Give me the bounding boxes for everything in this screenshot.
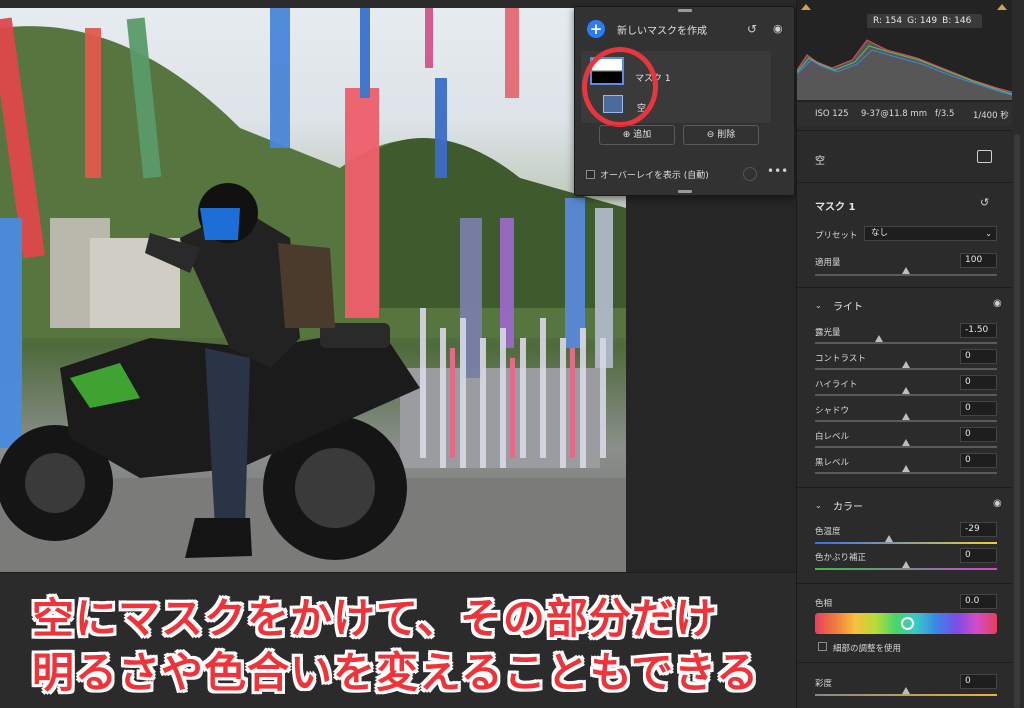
divider	[797, 583, 1012, 584]
saturation-value[interactable]: 0	[960, 674, 997, 689]
eye-icon[interactable]: ◉	[773, 22, 783, 35]
caption-overlay: 空にマスクをかけて、その部分だけ 明るさや色合いを変えることもできる	[0, 573, 796, 708]
histogram: R: 154 G: 149 B: 146	[797, 0, 1012, 102]
fine-adjust-label: 細部の調整を使用	[833, 644, 902, 654]
iso: ISO 125	[815, 109, 849, 119]
hue-knob[interactable]	[901, 617, 914, 630]
panel-scrollbar[interactable]	[1014, 134, 1020, 708]
chevron-down-icon[interactable]: ⌄	[815, 301, 822, 310]
panel-grip-top[interactable]	[678, 9, 692, 12]
panel-grip-bottom[interactable]	[678, 190, 692, 193]
aperture: f/3.5	[935, 109, 955, 119]
temp-slider-track[interactable]	[815, 542, 997, 544]
temp-slider-thumb[interactable]	[885, 535, 893, 542]
photo-canvas[interactable]	[0, 8, 626, 572]
light-row-value[interactable]: 0	[960, 401, 997, 416]
tint-slider-thumb[interactable]	[902, 561, 910, 568]
add-button[interactable]: ⊕ 追加	[599, 125, 675, 145]
divider	[797, 662, 1012, 663]
eye-icon[interactable]: ◉	[993, 498, 1002, 509]
tint-value[interactable]: 0	[960, 548, 997, 563]
exif-bar: ISO 125 9-37@11.8 mm f/3.5 1/400 秒	[797, 102, 1012, 126]
light-slider-track[interactable]	[815, 368, 997, 370]
overlay-color-icon[interactable]	[743, 167, 757, 181]
r-value: R: 154	[873, 16, 903, 26]
focal-length: 9-37@11.8 mm	[861, 109, 927, 119]
mask-title: マスク 1	[815, 202, 856, 213]
g-value: G: 149	[907, 16, 938, 26]
light-row-label: 黒レベル	[815, 458, 850, 468]
chevron-down-icon[interactable]: ⌄	[815, 501, 822, 510]
light-slider-track[interactable]	[815, 342, 997, 344]
divider	[797, 182, 1012, 183]
light-row-label: シャドウ	[815, 406, 850, 416]
light-row-label: ハイライト	[815, 380, 858, 390]
temp-label: 色温度	[815, 527, 841, 537]
hue-value[interactable]: 0.0	[960, 594, 997, 609]
light-title[interactable]: ライト	[833, 298, 863, 313]
add-mask-icon[interactable]: +	[587, 20, 605, 38]
light-slider-thumb[interactable]	[902, 387, 910, 394]
divider	[797, 287, 1012, 288]
amount-slider-thumb[interactable]	[902, 267, 910, 274]
fine-adjust-checkbox[interactable]	[818, 642, 827, 651]
saturation-slider-track[interactable]	[815, 694, 997, 696]
highlight-circle	[582, 47, 658, 127]
light-slider-thumb[interactable]	[902, 361, 910, 368]
tint-slider-track[interactable]	[815, 568, 997, 570]
amount-label: 適用量	[815, 258, 841, 268]
eye-icon[interactable]: ◉	[993, 298, 1002, 309]
light-row-label: コントラスト	[815, 354, 866, 364]
more-icon[interactable]: •••	[767, 164, 788, 178]
preset-label: プリセット	[815, 231, 858, 241]
light-slider-track[interactable]	[815, 394, 997, 396]
amount-value[interactable]: 100	[960, 253, 997, 268]
light-row-label: 露光量	[815, 328, 841, 338]
lightroom-window: + 新しいマスクを作成 ↺ ◉ マスク 1 空 ⊕ 追加 ⊖ 削除 オーバーレイ…	[0, 0, 1024, 708]
shutter-speed: 1/400 秒	[973, 111, 1009, 121]
saturation-slider-thumb[interactable]	[902, 687, 910, 694]
overlay-checkbox[interactable]	[586, 170, 595, 179]
hue-label: 色相	[815, 599, 833, 609]
saturation-label: 彩度	[815, 679, 833, 689]
light-row-value[interactable]: 0	[960, 349, 997, 364]
light-slider-thumb[interactable]	[902, 465, 910, 472]
invert-mask-icon[interactable]	[977, 150, 992, 163]
preset-dropdown[interactable]: なし ⌄	[864, 226, 997, 241]
edit-panel: R: 154 G: 149 B: 146 ISO 125 9-37@11.8 mm …	[796, 0, 1024, 708]
light-row-value[interactable]: -1.50	[960, 323, 997, 338]
masks-panel: + 新しいマスクを作成 ↺ ◉ マスク 1 空 ⊕ 追加 ⊖ 削除 オーバーレイ…	[574, 6, 795, 196]
preset-value: なし	[871, 228, 889, 238]
temp-value[interactable]: -29	[960, 522, 997, 537]
light-slider-track[interactable]	[815, 420, 997, 422]
light-row-value[interactable]: 0	[960, 453, 997, 468]
caption-line-1: 空にマスクをかけて、その部分だけ	[32, 594, 718, 643]
photo-illustration	[0, 8, 626, 572]
undo-icon[interactable]: ↺	[747, 22, 757, 36]
light-slider-track[interactable]	[815, 472, 997, 474]
light-row-label: 白レベル	[815, 432, 850, 442]
delete-button[interactable]: ⊖ 削除	[683, 125, 759, 145]
light-slider-thumb[interactable]	[902, 439, 910, 446]
light-slider-thumb[interactable]	[902, 413, 910, 420]
light-row-value[interactable]: 0	[960, 375, 997, 390]
light-slider-thumb[interactable]	[874, 335, 883, 342]
tint-label: 色かぶり補正	[815, 553, 867, 563]
delete-label: 削除	[717, 130, 736, 140]
chevron-down-icon: ⌄	[985, 229, 992, 238]
reset-icon[interactable]: ↺	[980, 196, 989, 209]
amount-slider-track[interactable]	[815, 274, 997, 276]
color-title[interactable]: カラー	[833, 498, 863, 513]
new-mask-label[interactable]: 新しいマスクを作成	[617, 22, 707, 37]
divider	[797, 130, 1012, 131]
overlay-label: オーバーレイを表示 (自動)	[600, 171, 709, 181]
divider	[797, 487, 1012, 488]
light-slider-track[interactable]	[815, 446, 997, 448]
light-row-value[interactable]: 0	[960, 427, 997, 442]
sky-title: 空	[815, 156, 825, 167]
add-label: 追加	[633, 130, 652, 140]
rgb-readout: R: 154 G: 149 B: 146	[867, 14, 983, 28]
caption-line-2: 明るさや色合いを変えることもできる	[32, 648, 760, 697]
b-value: B: 146	[942, 16, 972, 26]
